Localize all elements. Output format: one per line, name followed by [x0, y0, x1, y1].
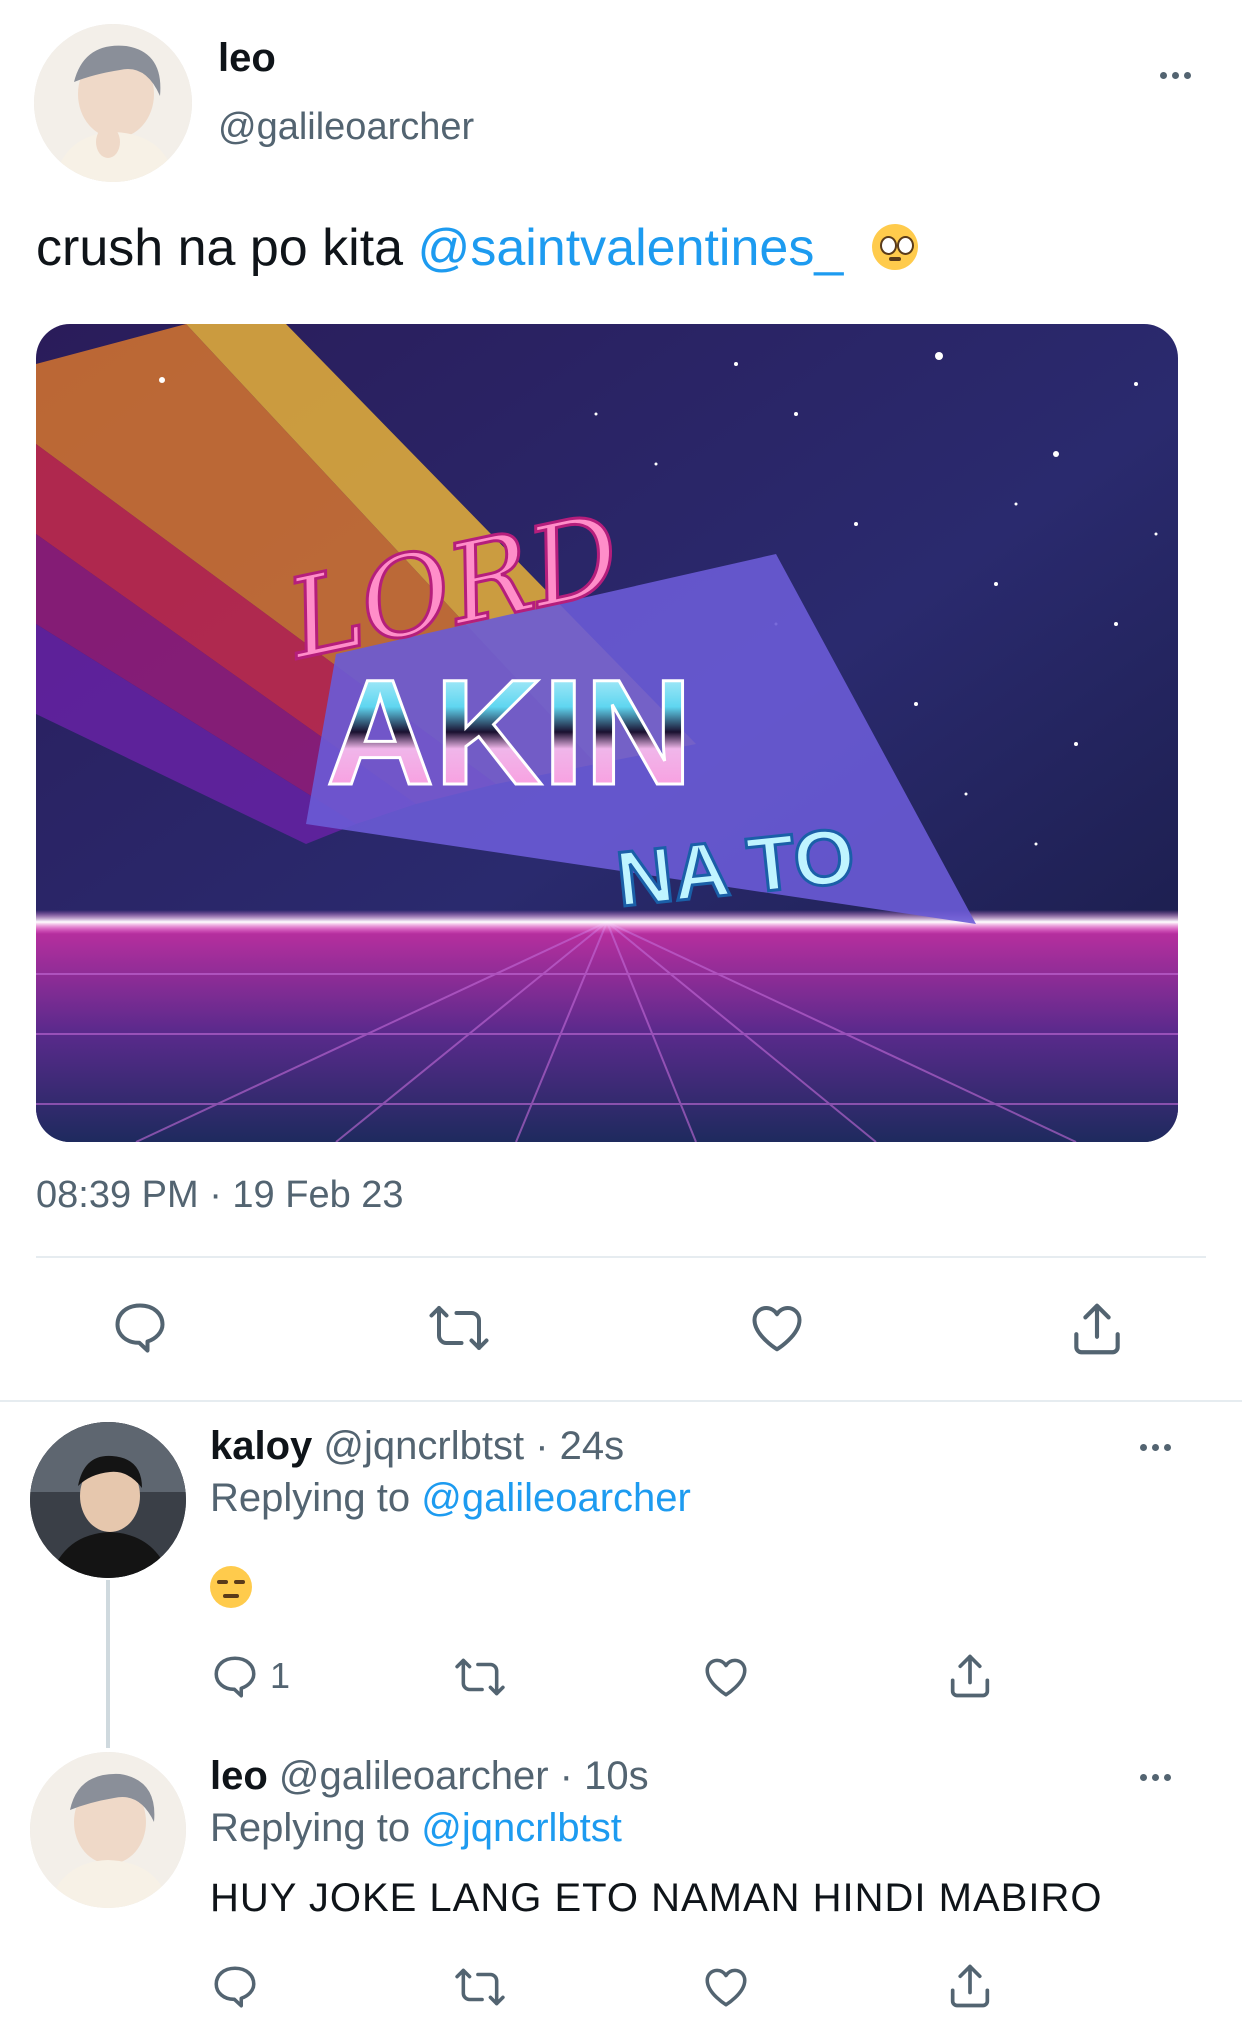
replying-to-link[interactable]: @jqncrlbtst: [421, 1806, 622, 1850]
divider: [0, 1400, 1242, 1402]
avatar[interactable]: [34, 24, 192, 182]
retweet-icon[interactable]: [426, 1298, 492, 1358]
display-name[interactable]: kaloy: [210, 1424, 312, 1468]
username[interactable]: @galileoarcher: [218, 106, 474, 149]
share-icon[interactable]: [1066, 1298, 1128, 1360]
more-icon[interactable]: [1140, 1444, 1171, 1451]
like-icon[interactable]: [700, 1652, 752, 1702]
replying-to-link[interactable]: @galileoarcher: [421, 1476, 691, 1520]
like-icon[interactable]: [700, 1962, 752, 2012]
avatar[interactable]: [30, 1422, 186, 1578]
display-name[interactable]: leo: [210, 1754, 268, 1798]
reply-icon[interactable]: [110, 1298, 170, 1358]
like-icon[interactable]: [746, 1298, 808, 1358]
retweet-icon[interactable]: [452, 1652, 508, 1702]
thread-line: [106, 1580, 110, 1748]
replying-label: Replying to: [210, 1806, 422, 1850]
share-icon[interactable]: [944, 1650, 996, 1702]
reply-header: leo @galileoarcher · 10s: [210, 1754, 649, 1799]
mention-link[interactable]: @saintvalentines_: [418, 219, 844, 277]
tweet-image[interactable]: LORD AKIN NA TO: [36, 324, 1178, 1142]
unamused-face-emoji: [210, 1566, 252, 1608]
display-name[interactable]: leo: [218, 36, 276, 81]
retweet-icon[interactable]: [452, 1962, 508, 2012]
tweet-timestamp: 08:39 PM · 19 Feb 23: [36, 1174, 404, 1216]
more-icon[interactable]: [1160, 72, 1191, 79]
pleading-face-emoji: [871, 224, 918, 271]
replying-label: Replying to: [210, 1476, 422, 1520]
replying-to: Replying to @galileoarcher: [210, 1476, 691, 1521]
replying-to: Replying to @jqncrlbtst: [210, 1806, 622, 1851]
reply-text: HUY JOKE LANG ETO NAMAN HINDI MABIRO: [210, 1876, 1103, 1920]
more-icon[interactable]: [1140, 1774, 1171, 1781]
tweet-text: crush na po kita @saintvalentines_: [36, 218, 918, 278]
avatar[interactable]: [30, 1752, 186, 1908]
reply-count: 1: [270, 1655, 291, 1696]
tweet-body: crush na po kita: [36, 219, 418, 277]
divider: [36, 1256, 1206, 1258]
image-text-line2: AKIN: [326, 648, 693, 816]
reply-icon[interactable]: [210, 1962, 260, 2012]
reply-header: kaloy @jqncrlbtst · 24s: [210, 1424, 624, 1469]
share-icon[interactable]: [944, 1960, 996, 2012]
username-time[interactable]: @jqncrlbtst · 24s: [323, 1424, 624, 1468]
username-time[interactable]: @galileoarcher · 10s: [279, 1754, 649, 1798]
reply-icon[interactable]: [210, 1652, 260, 1702]
